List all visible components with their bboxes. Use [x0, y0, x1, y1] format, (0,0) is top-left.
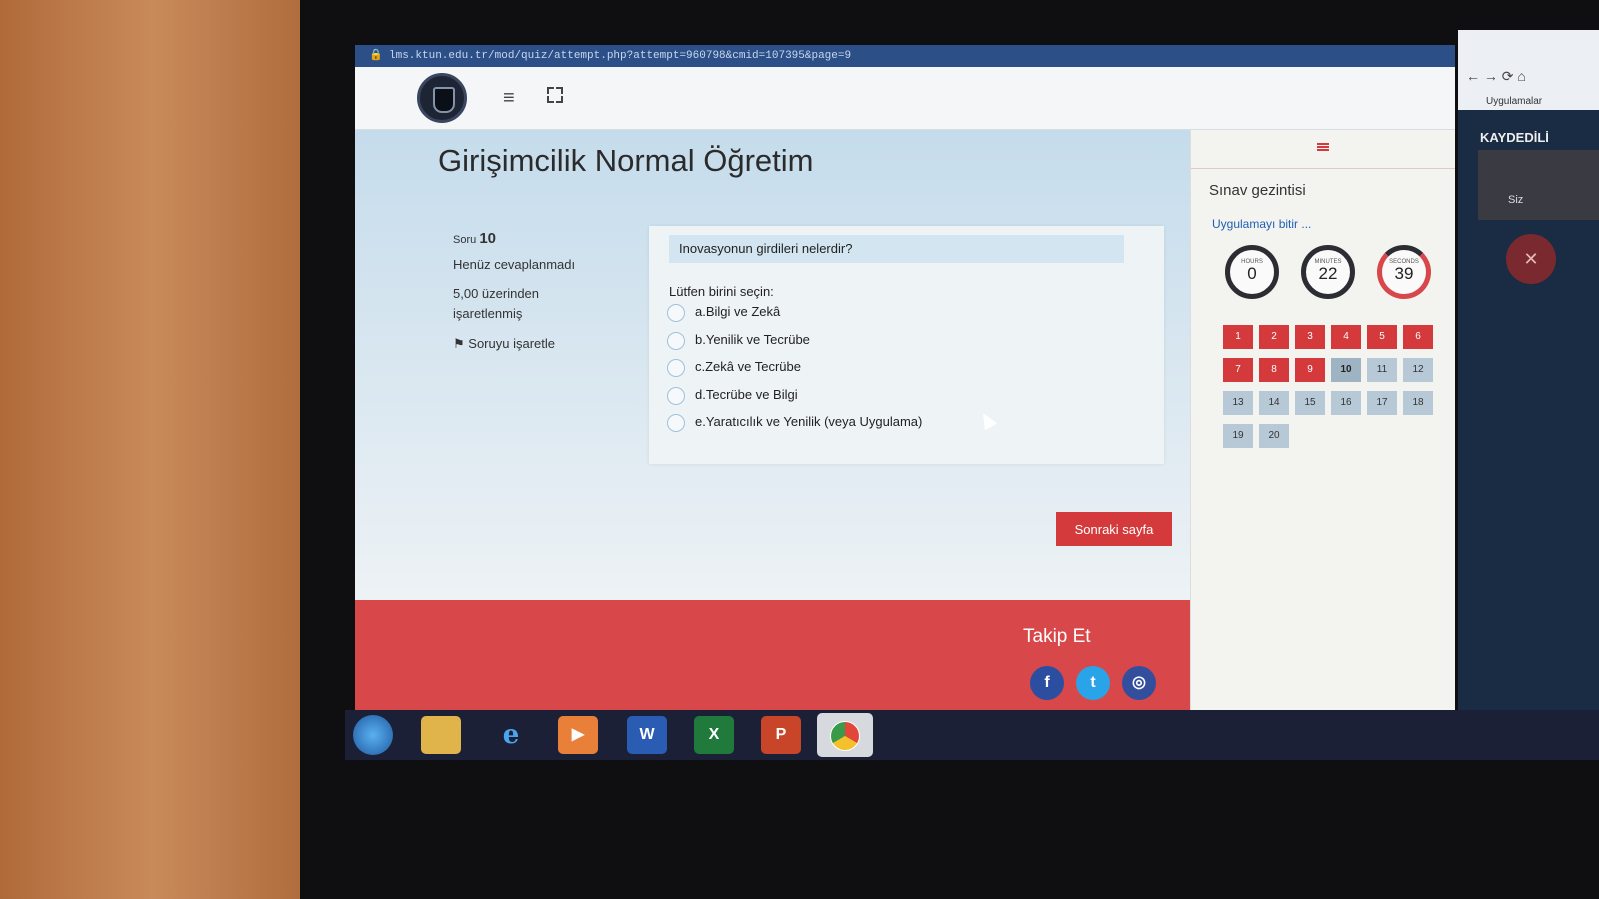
background-wall — [0, 0, 340, 899]
question-info: Soru 10 Henüz cevaplanmadı 5,00 üzerinde… — [453, 230, 623, 352]
university-logo[interactable] — [417, 73, 467, 123]
question-tile[interactable]: 11 — [1367, 358, 1397, 382]
question-tile[interactable]: 18 — [1403, 391, 1433, 415]
question-tile[interactable]: 20 — [1259, 424, 1289, 448]
excel-icon[interactable]: X — [694, 716, 734, 754]
radio-button[interactable] — [667, 303, 685, 322]
site-footer: Takip Et f t ◎ — [355, 600, 1245, 710]
divider — [1191, 168, 1455, 169]
internet-explorer-icon[interactable]: e — [491, 716, 531, 754]
panel-toggle-icon[interactable] — [1317, 143, 1329, 151]
facebook-icon[interactable]: f — [1030, 666, 1064, 700]
question-tile[interactable]: 1 — [1223, 325, 1253, 349]
timer-hours: HOURS 0 — [1225, 245, 1279, 299]
media-player-icon[interactable]: ▶ — [558, 716, 598, 754]
question-tile[interactable]: 9 — [1295, 358, 1325, 382]
url-text: lms.ktun.edu.tr/mod/quiz/attempt.php?att… — [389, 50, 852, 62]
follow-heading: Takip Et — [1023, 626, 1091, 647]
question-tile[interactable]: 8 — [1259, 358, 1289, 382]
site-navbar: ≡ — [355, 67, 1455, 130]
fullscreen-icon[interactable] — [547, 87, 563, 103]
file-explorer-icon[interactable] — [421, 716, 461, 754]
radio-button[interactable] — [667, 386, 685, 405]
flag-icon: ⚑ — [453, 336, 465, 351]
nav-arrows-icon[interactable]: ← → ⟳ ⌂ — [1466, 68, 1526, 85]
browser-window: 🔒 lms.ktun.edu.tr/mod/quiz/attempt.php?a… — [355, 45, 1455, 710]
question-text: Inovasyonun girdileri nelerdir? — [669, 235, 1124, 263]
page-title: Girişimcilik Normal Öğretim — [438, 143, 814, 178]
question-tile[interactable]: 12 — [1403, 358, 1433, 382]
question-state: Henüz cevaplanmadı — [453, 257, 576, 272]
question-tile[interactable]: 16 — [1331, 391, 1361, 415]
question-tile[interactable]: 3 — [1295, 325, 1325, 349]
flag-question-link[interactable]: ⚑ Soruyu işaretle — [453, 336, 623, 352]
answer-option-e[interactable]: e.Yaratıcılık ve Yenilik (veya Uygulama) — [667, 412, 922, 432]
question-tile[interactable]: 13 — [1223, 391, 1253, 415]
question-tile[interactable]: 5 — [1367, 325, 1397, 349]
start-button-icon[interactable] — [353, 715, 393, 755]
question-tile[interactable]: 15 — [1295, 391, 1325, 415]
question-tile[interactable]: 7 — [1223, 358, 1253, 382]
question-number: Soru 10 — [453, 230, 496, 247]
answer-option-c[interactable]: c.Zekâ ve Tecrübe — [667, 357, 801, 377]
instagram-icon[interactable]: ◎ — [1122, 666, 1156, 700]
answer-option-d[interactable]: d.Tecrübe ve Bilgi — [667, 385, 798, 405]
answer-option-b[interactable]: b.Yenilik ve Tecrübe — [667, 330, 810, 350]
radio-button[interactable] — [667, 358, 685, 377]
question-tile-current[interactable]: 10 — [1331, 358, 1361, 382]
quiz-navigation-title: Sınav gezintisi — [1209, 182, 1306, 199]
word-icon[interactable]: W — [627, 716, 667, 754]
main-content: Girişimcilik Normal Öğretim Soru 10 Henü… — [355, 130, 1190, 600]
next-page-button[interactable]: Sonraki sayfa — [1056, 512, 1172, 546]
answer-option-a[interactable]: a.Bilgi ve Zekâ — [667, 302, 780, 322]
hamburger-menu-icon[interactable]: ≡ — [503, 87, 515, 110]
answer-prompt: Lütfen birini seçin: — [669, 284, 774, 299]
question-grade: 5,00 üzerinden işaretlenmiş — [453, 286, 540, 321]
secondary-browser-window: ← → ⟳ ⌂ Uygulamalar KAYDEDİLİ Siz ✕ — [1458, 30, 1599, 710]
timer-seconds: SECONDS 39 — [1377, 245, 1431, 299]
finish-attempt-link[interactable]: Uygulamayı bitir ... — [1212, 217, 1311, 231]
secondary-toolbar: ← → ⟳ ⌂ Uygulamalar — [1458, 30, 1599, 110]
quiz-navigation-panel: Sınav gezintisi Uygulamayı bitir ... HOU… — [1190, 130, 1455, 710]
windows-taskbar: e ▶ W X P — [345, 710, 1599, 760]
address-bar[interactable]: 🔒 lms.ktun.edu.tr/mod/quiz/attempt.php?a… — [355, 45, 1455, 67]
question-tile[interactable]: 2 — [1259, 325, 1289, 349]
question-tile[interactable]: 6 — [1403, 325, 1433, 349]
twitter-icon[interactable]: t — [1076, 666, 1110, 700]
self-video-thumbnail — [1478, 150, 1599, 220]
apps-bookmark[interactable]: Uygulamalar — [1486, 96, 1542, 107]
timer-minutes: MINUTES 22 — [1301, 245, 1355, 299]
question-tile[interactable]: 19 — [1223, 424, 1253, 448]
lock-icon: 🔒 — [369, 50, 383, 62]
self-label: Siz — [1508, 194, 1524, 206]
recording-label: KAYDEDİLİ — [1480, 130, 1549, 145]
mic-muted-icon[interactable]: ✕ — [1506, 234, 1556, 284]
question-tile[interactable]: 17 — [1367, 391, 1397, 415]
radio-button[interactable] — [667, 331, 685, 350]
powerpoint-icon[interactable]: P — [761, 716, 801, 754]
chrome-icon[interactable] — [817, 713, 873, 757]
question-tile[interactable]: 4 — [1331, 325, 1361, 349]
question-box: Inovasyonun girdileri nelerdir? Lütfen b… — [649, 226, 1164, 464]
question-tile[interactable]: 14 — [1259, 391, 1289, 415]
radio-button[interactable] — [667, 413, 685, 432]
